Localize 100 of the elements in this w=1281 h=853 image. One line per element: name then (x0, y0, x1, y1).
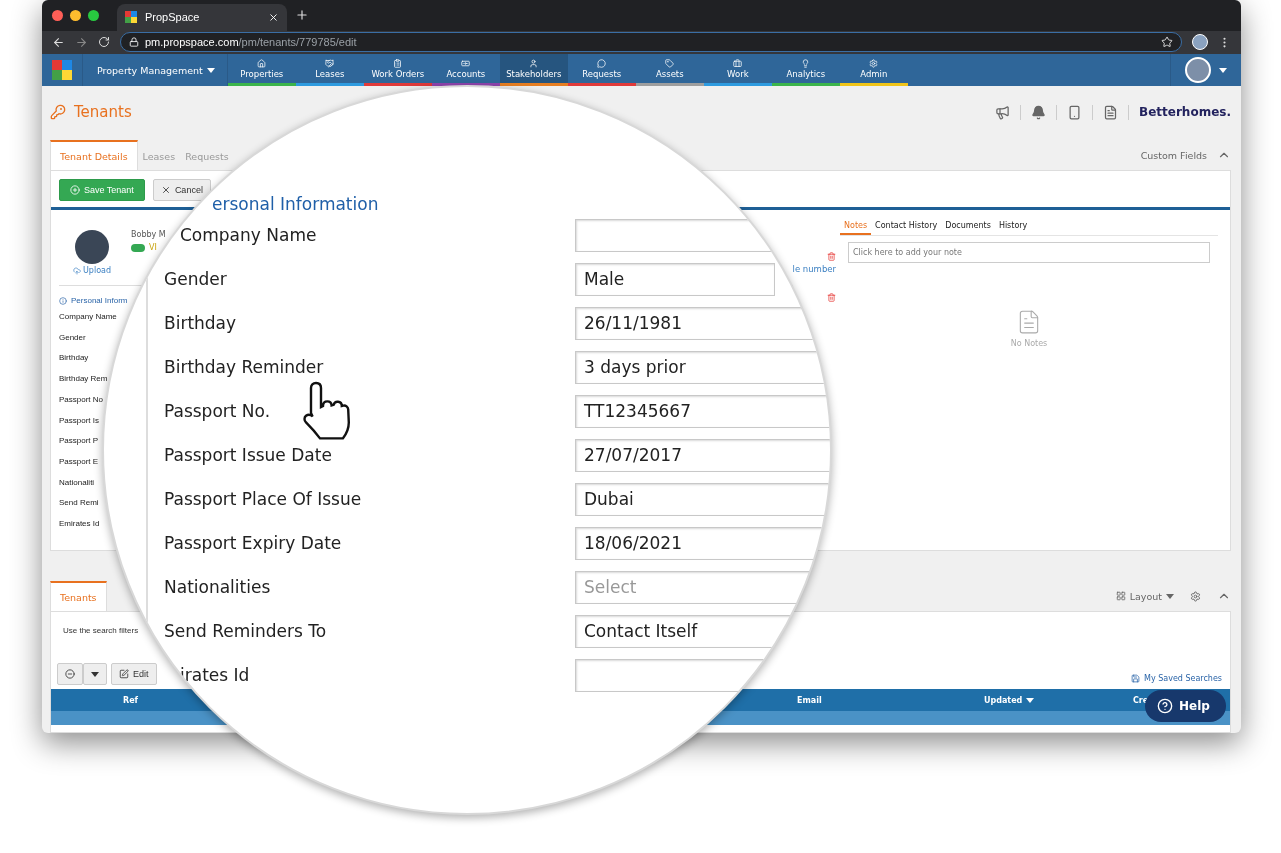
document-icon[interactable] (1103, 104, 1119, 120)
nav-item[interactable]: Properties (227, 54, 296, 86)
bell-icon[interactable] (1031, 104, 1047, 120)
nav-item[interactable]: Requests (567, 54, 636, 86)
empty-notes-text: No Notes (1010, 339, 1048, 348)
field-label: Birthday Reminder (164, 357, 324, 377)
nav-item[interactable]: Stakeholders (499, 54, 568, 86)
notes-tab[interactable]: Documents (941, 218, 995, 235)
forward-icon[interactable] (75, 35, 88, 49)
app-logo-icon (50, 58, 74, 82)
chat-bubble-icon (597, 58, 607, 68)
input-field[interactable]: TT12345667 (575, 394, 830, 428)
lightbulb-icon (801, 58, 811, 68)
caret-icon (206, 67, 215, 73)
layout-dropdown[interactable]: Layout (1115, 590, 1174, 602)
cancel-button[interactable]: Cancel (152, 179, 211, 201)
tenant-name: Bobby M (131, 230, 166, 239)
briefcase-icon (733, 58, 743, 68)
field-label: Nationalities (164, 577, 271, 597)
phone-icon[interactable] (1067, 104, 1083, 120)
field-label: Send Reminders To (164, 621, 327, 641)
back-icon[interactable] (52, 35, 65, 49)
field-label: Birthday Rem (59, 373, 108, 386)
input-field[interactable]: Dubai (575, 482, 830, 516)
nav-item[interactable]: Work (703, 54, 772, 86)
field-label: Passport No (59, 393, 104, 406)
browser-tab[interactable]: PropSpace (117, 3, 287, 31)
close-tab-icon[interactable] (268, 11, 279, 23)
saved-searches-link[interactable]: My Saved Searches (1131, 674, 1222, 685)
column-header[interactable]: Email (797, 695, 822, 705)
banknote-icon (461, 58, 471, 68)
address-bar[interactable]: pm.propspace.com/pm/tenants/779785/edit (120, 32, 1182, 53)
notes-tab[interactable]: History (994, 218, 1032, 235)
field-label: Passport Is (59, 414, 99, 427)
field-label: Nationaliti (59, 476, 95, 489)
save-icon (1131, 674, 1140, 683)
upload-link[interactable]: Upload (73, 266, 112, 275)
field-label: Passport E (59, 455, 99, 468)
save-button[interactable]: Save Tenant (59, 179, 145, 201)
note-field[interactable]: Click here to add your note (848, 242, 1210, 263)
field-label: Birthday (59, 352, 89, 365)
tab[interactable]: Tenants (50, 581, 107, 611)
lock-icon (129, 37, 139, 48)
toggle-switch[interactable] (131, 243, 146, 252)
input-field[interactable]: Male (575, 262, 775, 296)
tag-icon (665, 58, 675, 68)
caret-icon[interactable] (1219, 67, 1227, 73)
field-label: Emirates Id (59, 518, 100, 531)
dropdown-button[interactable] (83, 663, 107, 685)
section-heading: ersonal Information (212, 195, 379, 213)
new-tab-icon[interactable] (295, 8, 309, 23)
bookmark-star-icon[interactable] (1161, 36, 1173, 49)
notes-tab[interactable]: Notes (840, 218, 872, 235)
close-icon (160, 185, 171, 195)
field-label: Passport P (59, 435, 99, 448)
trash-icon[interactable] (827, 293, 836, 302)
profile-avatar[interactable] (1192, 34, 1208, 51)
cloud-upload-icon (73, 266, 81, 275)
tab[interactable]: Tenant Details (50, 140, 138, 170)
plus-circle-icon (70, 185, 80, 195)
gear-icon (869, 58, 879, 68)
nav-item[interactable]: Leases (295, 54, 364, 86)
column-header[interactable]: Updated (984, 695, 1035, 705)
trash-icon[interactable] (827, 252, 836, 261)
field-label: Company Name (180, 225, 317, 245)
page-title: Tenants (74, 103, 132, 121)
input-field[interactable]: 27/07/2017 (575, 438, 830, 472)
settings-icon[interactable] (1190, 590, 1201, 602)
section-title-text: Personal Inform (71, 296, 128, 305)
user-avatar[interactable] (1185, 57, 1211, 83)
field-label: Company Name (59, 311, 117, 323)
field-label: Passport Expiry Date (164, 533, 342, 553)
field-label: Passport No. (164, 401, 271, 421)
field-label: Gender (164, 269, 227, 289)
avatar-placeholder (75, 230, 109, 264)
notes-tab[interactable]: Contact History (871, 218, 942, 235)
clipboard-icon (393, 58, 403, 68)
module-dropdown[interactable]: Property Management (82, 54, 228, 86)
close-window-icon[interactable] (52, 9, 63, 21)
nav-item[interactable]: Assets (635, 54, 704, 86)
edit-button[interactable]: Edit (111, 663, 157, 685)
maximize-window-icon[interactable] (88, 9, 99, 21)
home-icon (257, 58, 267, 68)
brand-logo: Betterhomes. (1138, 105, 1231, 119)
add-phone-link[interactable]: le number (792, 264, 836, 274)
nav-item[interactable]: Admin (839, 54, 908, 86)
nav-item[interactable]: Analytics (771, 54, 840, 86)
nav-item[interactable]: Work Orders (363, 54, 432, 86)
column-header[interactable]: Ref (123, 695, 139, 705)
caret-icon (1166, 593, 1174, 599)
custom-fields-link[interactable]: Custom Fields (1140, 149, 1207, 161)
minimize-window-icon[interactable] (70, 9, 81, 21)
field-label: Passport Issue Date (164, 445, 332, 465)
field-label: Birthday (164, 313, 237, 333)
megaphone-icon[interactable] (995, 104, 1011, 120)
field-label: irates Id (180, 665, 250, 685)
field-label: Passport Place Of Issue (164, 489, 362, 509)
caret-icon (91, 671, 99, 677)
hint-text: Use the search filters (62, 625, 140, 635)
reload-icon[interactable] (98, 36, 110, 49)
